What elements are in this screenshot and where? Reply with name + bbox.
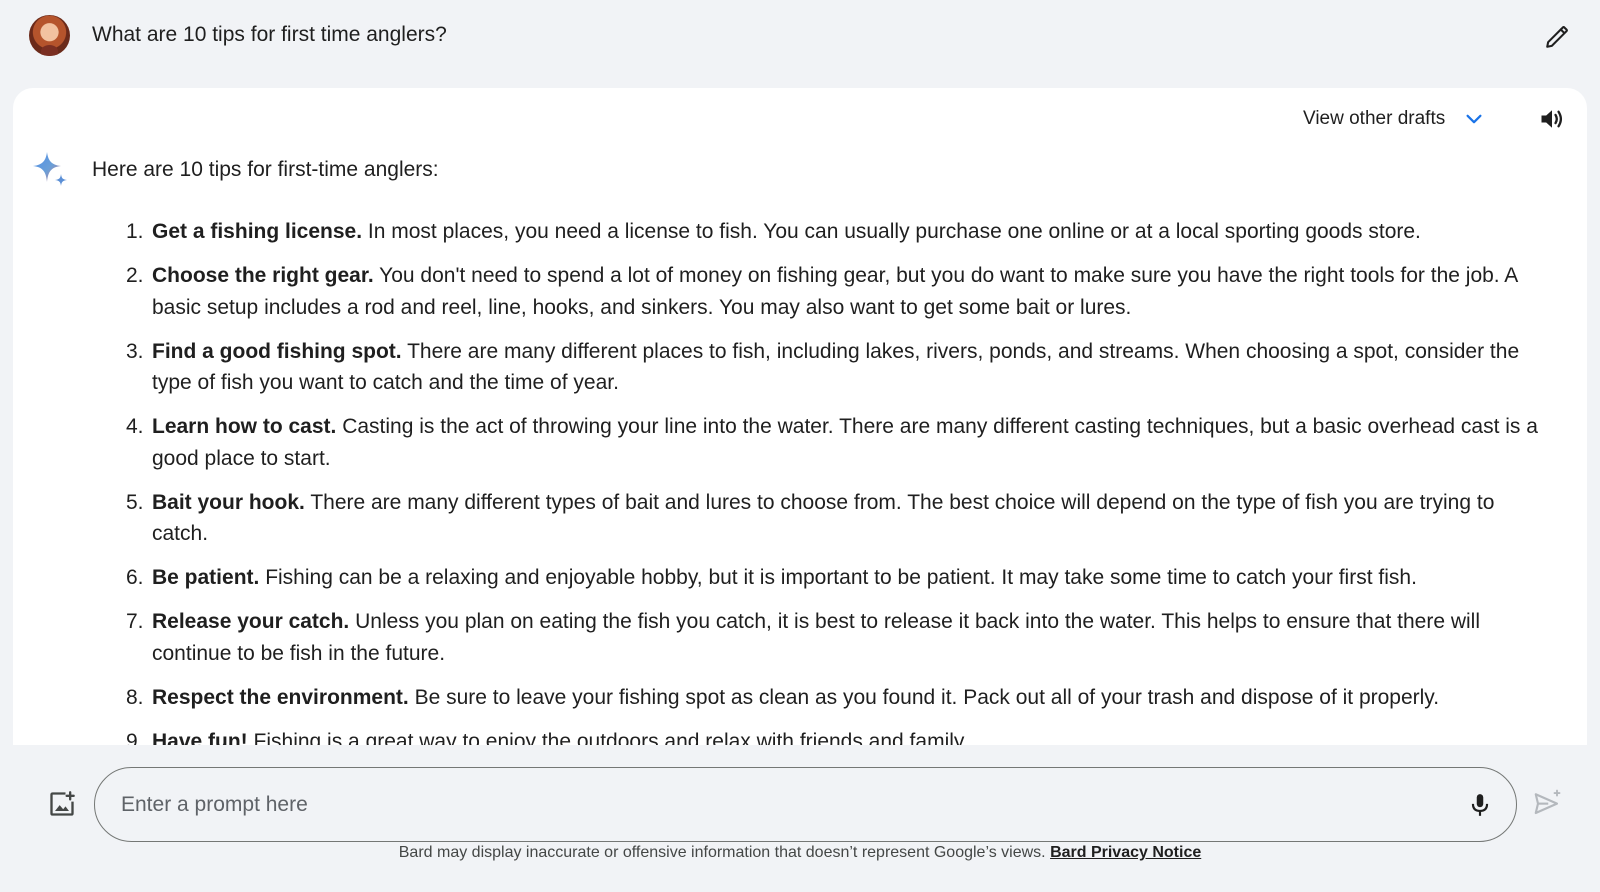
send-button[interactable] [1531,787,1563,819]
tip-number: 1. [126,220,144,243]
tip-number: 8. [126,685,144,709]
list-item: 3. Find a good fishing spot. There are ma… [92,336,1552,399]
prompt-area: Bard may display inaccurate or offensive… [0,745,1600,892]
sparkle-icon [33,152,67,186]
upload-image-button[interactable] [47,789,77,819]
tip-title: Be patient. [152,566,260,589]
tip-text: Fishing can be a relaxing and enjoyable … [259,566,1417,589]
list-item: 9. Have fun! Fishing is a great way to en… [92,726,1552,746]
drafts-label: View other drafts [1303,108,1446,129]
tip-title: Bait your hook. [152,490,305,514]
tip-number: 9. [126,729,144,746]
list-item: 2. Choose the right gear. You don't need … [92,260,1552,323]
list-item: 7. Release your catch. Unless you plan on… [92,606,1552,669]
tip-number: 3. [126,339,144,363]
image-add-icon [50,791,75,816]
tips-list: 1. Get a fishing license. In most places,… [92,216,1552,745]
prompt-box [94,767,1517,842]
user-query-text: What are 10 tips for first time anglers? [92,23,447,46]
disclaimer: Bard may display inaccurate or offensive… [0,844,1600,862]
list-item: 4. Learn how to cast. Casting is the act … [92,411,1552,474]
user-avatar [29,15,70,56]
tip-number: 5. [126,490,144,514]
list-item: 5. Bait your hook. There are many differe… [92,487,1552,550]
tip-number: 4. [126,415,144,438]
tip-title: Have fun! [152,729,248,746]
response-intro: Here are 10 tips for first-time anglers: [92,158,439,181]
prompt-input[interactable] [121,786,1421,824]
send-icon [1534,789,1561,815]
tip-title: Learn how to cast. [152,415,337,438]
tip-title: Respect the environment. [152,685,409,709]
tip-number: 7. [126,610,144,633]
bard-page: What are 10 tips for first time anglers?… [0,0,1600,892]
speaker-icon [1541,110,1563,128]
tip-text: Fishing is a great way to enjoy the outd… [247,729,969,746]
list-item: 8. Respect the environment. Be sure to le… [92,682,1552,714]
privacy-notice-link[interactable]: Bard Privacy Notice [1050,844,1201,861]
tip-title: Find a good fishing spot. [152,339,402,363]
tip-text: There are many different types of bait a… [152,490,1495,546]
chevron-down-icon [1466,114,1482,124]
tip-text: Be sure to leave your fishing spot as cl… [408,685,1440,709]
user-query-row: What are 10 tips for first time anglers? [0,0,1600,88]
tip-text: Casting is the act of throwing your line… [152,415,1538,470]
list-item: 6. Be patient. Fishing can be a relaxing … [92,562,1552,594]
disclaimer-text: Bard may display inaccurate or offensive… [398,844,1051,861]
view-other-drafts-button[interactable]: View other drafts [1303,105,1485,133]
response-card: View other drafts Here are 10 tips for f… [13,88,1587,745]
tip-number: 2. [126,264,144,287]
list-item: 1. Get a fishing license. In most places,… [92,216,1552,248]
pencil-icon [1546,26,1568,48]
tip-title: Release your catch. [152,610,350,633]
tip-title: Choose the right gear. [152,264,374,287]
listen-button[interactable] [1537,104,1567,134]
microphone-button[interactable] [1465,790,1495,820]
tip-title: Get a fishing license. [152,220,363,243]
mic-icon [1471,794,1489,816]
edit-query-button[interactable] [1542,22,1572,52]
tip-number: 6. [126,566,144,589]
tip-text: Unless you plan on eating the fish you c… [152,610,1481,665]
tip-text: In most places, you need a license to fi… [362,220,1421,243]
